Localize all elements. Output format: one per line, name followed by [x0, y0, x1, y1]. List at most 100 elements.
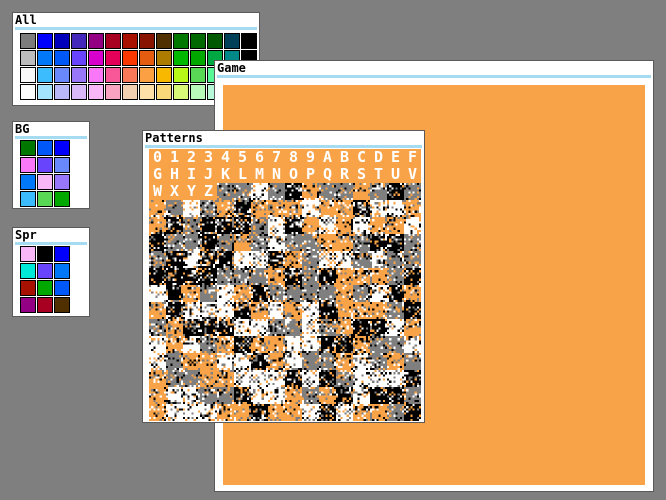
pattern-tile[interactable]: [149, 200, 166, 217]
pattern-tile[interactable]: [285, 404, 302, 421]
pattern-tile[interactable]: [336, 285, 353, 302]
pattern-tile[interactable]: [336, 183, 353, 200]
color-swatch[interactable]: [37, 140, 53, 156]
pattern-tile[interactable]: [302, 336, 319, 353]
color-swatch[interactable]: [156, 50, 172, 66]
pattern-tile[interactable]: [285, 353, 302, 370]
pattern-tile[interactable]: [183, 234, 200, 251]
pattern-tile[interactable]: [319, 285, 336, 302]
pattern-tile[interactable]: [353, 336, 370, 353]
pattern-tile[interactable]: [336, 353, 353, 370]
color-swatch[interactable]: [54, 174, 70, 190]
pattern-tile[interactable]: [149, 319, 166, 336]
pattern-tile[interactable]: [387, 302, 404, 319]
pattern-tile[interactable]: [319, 200, 336, 217]
pattern-tile[interactable]: [319, 353, 336, 370]
pattern-tile[interactable]: [166, 370, 183, 387]
pattern-tile[interactable]: [200, 200, 217, 217]
pattern-tile[interactable]: [200, 234, 217, 251]
pattern-tile[interactable]: [285, 319, 302, 336]
pattern-tile[interactable]: [404, 251, 421, 268]
color-swatch[interactable]: [207, 33, 223, 49]
pattern-tile[interactable]: [234, 302, 251, 319]
pattern-tile[interactable]: [302, 302, 319, 319]
pattern-tile[interactable]: [302, 234, 319, 251]
pattern-tile[interactable]: [217, 370, 234, 387]
pattern-tile[interactable]: [200, 268, 217, 285]
pattern-tile[interactable]: [234, 370, 251, 387]
pattern-tile[interactable]: I: [183, 166, 200, 183]
pattern-tile[interactable]: [217, 285, 234, 302]
color-swatch[interactable]: [71, 50, 87, 66]
color-swatch[interactable]: [71, 84, 87, 100]
pattern-tile[interactable]: [370, 234, 387, 251]
pattern-tile[interactable]: [302, 217, 319, 234]
pattern-tile[interactable]: [234, 285, 251, 302]
color-swatch[interactable]: [139, 50, 155, 66]
color-swatch[interactable]: [54, 50, 70, 66]
pattern-tile[interactable]: [251, 251, 268, 268]
pattern-tile[interactable]: [200, 251, 217, 268]
pattern-tile[interactable]: [302, 183, 319, 200]
pattern-tile[interactable]: [251, 353, 268, 370]
pattern-tile[interactable]: [336, 251, 353, 268]
color-swatch[interactable]: [54, 67, 70, 83]
pattern-tile[interactable]: [234, 217, 251, 234]
pattern-tile[interactable]: [149, 404, 166, 421]
pattern-tile[interactable]: [183, 285, 200, 302]
pattern-tile[interactable]: [370, 200, 387, 217]
pattern-tile[interactable]: [353, 285, 370, 302]
pattern-tile[interactable]: [319, 183, 336, 200]
color-swatch[interactable]: [139, 33, 155, 49]
pattern-tile[interactable]: D: [370, 149, 387, 166]
pattern-tile[interactable]: V: [404, 166, 421, 183]
pattern-tile[interactable]: [302, 370, 319, 387]
color-swatch[interactable]: [20, 84, 36, 100]
pattern-tile[interactable]: [200, 387, 217, 404]
color-swatch[interactable]: [54, 84, 70, 100]
pattern-tile[interactable]: [217, 319, 234, 336]
game-window-titlebar[interactable]: [217, 75, 651, 78]
pattern-tile[interactable]: [285, 200, 302, 217]
pattern-tile[interactable]: [166, 387, 183, 404]
pattern-tile[interactable]: [404, 200, 421, 217]
pattern-tile[interactable]: [166, 234, 183, 251]
pattern-tile[interactable]: [166, 404, 183, 421]
pattern-tile[interactable]: [285, 183, 302, 200]
pattern-tile[interactable]: [370, 404, 387, 421]
pattern-tile[interactable]: [166, 251, 183, 268]
pattern-tile[interactable]: [268, 302, 285, 319]
pattern-tile[interactable]: [217, 353, 234, 370]
pattern-tile[interactable]: 1: [166, 149, 183, 166]
color-swatch[interactable]: [54, 140, 70, 156]
pattern-tile[interactable]: Z: [200, 183, 217, 200]
pattern-tile[interactable]: [268, 251, 285, 268]
pattern-tile[interactable]: 4: [217, 149, 234, 166]
color-swatch[interactable]: [54, 297, 70, 313]
pattern-tile[interactable]: [234, 200, 251, 217]
pattern-tile[interactable]: [370, 268, 387, 285]
pattern-tile[interactable]: [387, 251, 404, 268]
pattern-tile[interactable]: A: [319, 149, 336, 166]
pattern-tile[interactable]: [336, 404, 353, 421]
color-swatch[interactable]: [241, 33, 257, 49]
color-swatch[interactable]: [20, 140, 36, 156]
pattern-tile[interactable]: [370, 319, 387, 336]
pattern-tile[interactable]: [251, 183, 268, 200]
pattern-tile[interactable]: [149, 251, 166, 268]
color-swatch[interactable]: [173, 84, 189, 100]
pattern-tile[interactable]: [285, 285, 302, 302]
pattern-tile[interactable]: [370, 183, 387, 200]
color-swatch[interactable]: [54, 157, 70, 173]
pattern-tile[interactable]: 9: [302, 149, 319, 166]
pattern-tile[interactable]: [217, 336, 234, 353]
pattern-tile[interactable]: [370, 353, 387, 370]
color-swatch[interactable]: [122, 33, 138, 49]
pattern-tile[interactable]: [370, 336, 387, 353]
pattern-tile[interactable]: [285, 336, 302, 353]
color-swatch[interactable]: [37, 280, 53, 296]
color-swatch[interactable]: [54, 33, 70, 49]
color-swatch[interactable]: [54, 263, 70, 279]
pattern-tile[interactable]: [336, 387, 353, 404]
pattern-tile[interactable]: [285, 268, 302, 285]
